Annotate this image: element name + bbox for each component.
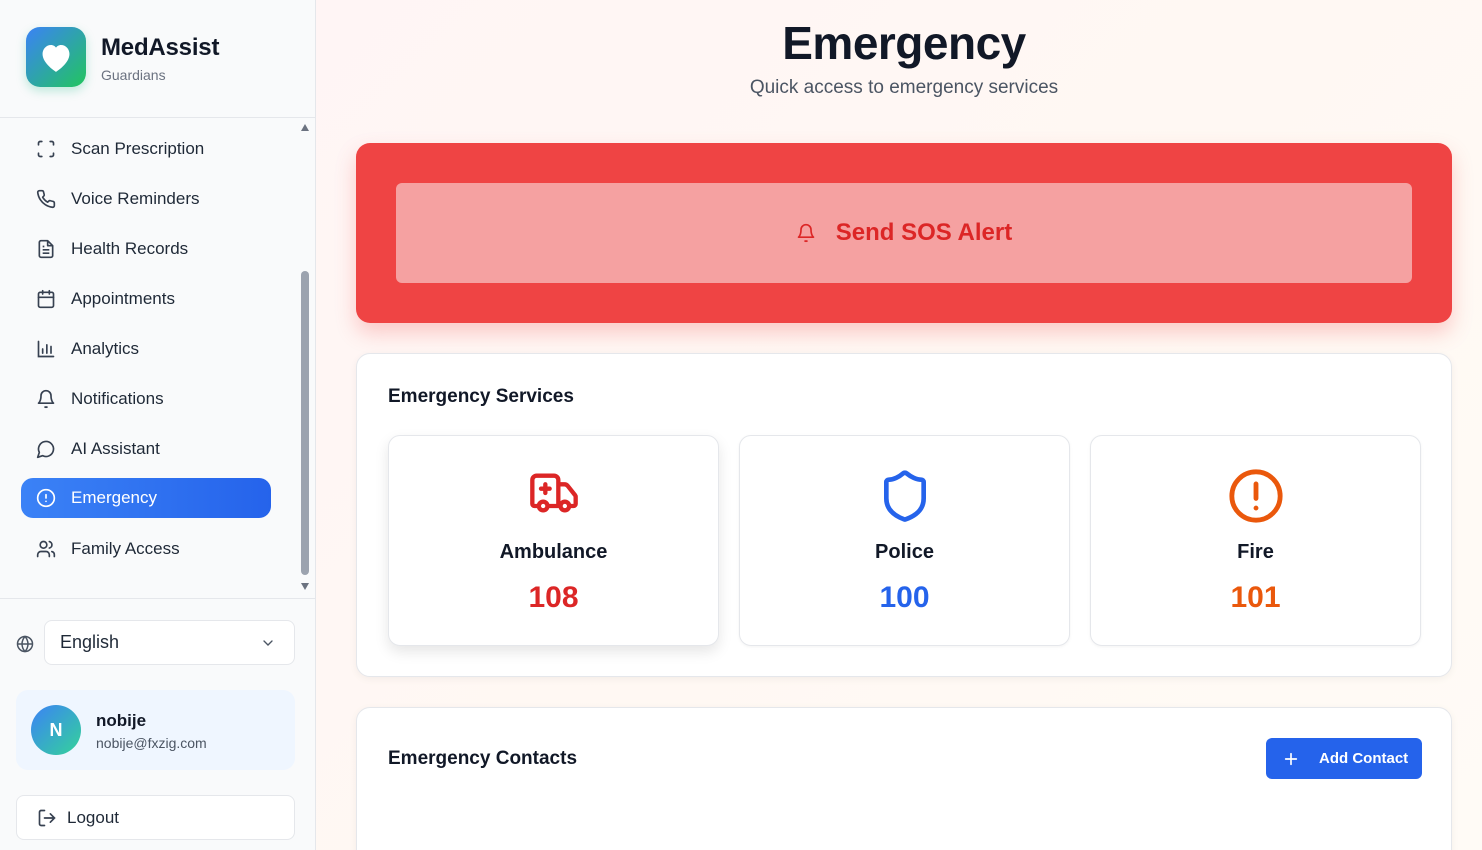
users-icon: [36, 539, 56, 559]
add-contact-button[interactable]: Add Contact: [1266, 738, 1422, 779]
chevron-down-icon: [260, 635, 276, 656]
scroll-up-arrow-icon[interactable]: [301, 124, 309, 131]
avatar: N: [31, 705, 81, 755]
add-contact-label: Add Contact: [1319, 750, 1409, 767]
service-name: Fire: [1237, 541, 1274, 563]
user-name: nobije: [96, 711, 147, 730]
logout-icon: [37, 808, 57, 828]
emergency-contacts-card: Emergency Contacts Add Contact: [356, 707, 1452, 850]
phone-icon: [36, 189, 56, 209]
sos-panel: Send SOS Alert: [356, 143, 1452, 323]
logout-label: Logout: [67, 807, 119, 827]
alert-circle-icon: [1091, 467, 1420, 525]
bell-icon: [36, 389, 56, 409]
sidebar: MedAssist Guardians Scan Prescription Vo…: [0, 0, 316, 850]
scroll-thumb[interactable]: [301, 271, 309, 575]
service-name: Ambulance: [499, 541, 608, 563]
sidebar-item-label: Family Access: [71, 539, 180, 558]
send-sos-alert-label: Send SOS Alert: [835, 219, 1013, 246]
bell-icon: [796, 223, 816, 243]
service-card-ambulance[interactable]: Ambulance 108: [388, 435, 719, 646]
sidebar-item-label: Notifications: [71, 389, 164, 408]
language-select[interactable]: English: [44, 620, 295, 665]
logout-button[interactable]: Logout: [16, 795, 295, 840]
sidebar-item-health-records[interactable]: Health Records: [21, 229, 271, 269]
sidebar-nav: Scan Prescription Voice Reminders Health…: [0, 124, 298, 594]
sidebar-item-voice-reminders[interactable]: Voice Reminders: [21, 179, 271, 219]
globe-icon: [16, 635, 34, 653]
sidebar-footer: English N nobije nobije@fxzig.com Logout: [0, 598, 315, 850]
send-sos-alert-button[interactable]: Send SOS Alert: [396, 183, 1412, 283]
sidebar-item-label: Emergency: [71, 488, 157, 507]
sidebar-item-label: Scan Prescription: [71, 139, 205, 158]
sidebar-item-label: Voice Reminders: [71, 189, 200, 208]
scan-icon: [36, 139, 56, 159]
heart-logo-icon: [26, 27, 86, 87]
sidebar-item-label: AI Assistant: [71, 439, 160, 458]
emergency-contacts-title: Emergency Contacts: [388, 748, 578, 769]
emergency-services-title: Emergency Services: [388, 386, 574, 407]
page-title: Emergency: [782, 17, 1026, 69]
service-number: 100: [879, 581, 930, 614]
bar-chart-icon: [36, 339, 56, 359]
service-number: 101: [1230, 581, 1281, 614]
scroll-down-arrow-icon[interactable]: [301, 583, 309, 590]
chat-icon: [36, 439, 56, 459]
sidebar-item-ai-assistant[interactable]: AI Assistant: [21, 429, 271, 469]
page-subtitle: Quick access to emergency services: [749, 77, 1059, 98]
calendar-icon: [36, 289, 56, 309]
user-email: nobije@fxzig.com: [96, 735, 207, 751]
service-card-police[interactable]: Police 100: [739, 435, 1070, 646]
shield-icon: [740, 467, 1069, 525]
sidebar-item-family-access[interactable]: Family Access: [21, 529, 271, 569]
brand-header: MedAssist Guardians: [0, 0, 315, 118]
service-name: Police: [875, 541, 934, 563]
sidebar-item-notifications[interactable]: Notifications: [21, 379, 271, 419]
file-icon: [36, 239, 56, 259]
emergency-services-card: Emergency Services Ambulance 108 Police …: [356, 353, 1452, 677]
sidebar-item-appointments[interactable]: Appointments: [21, 279, 271, 319]
sidebar-item-scan-prescription[interactable]: Scan Prescription: [21, 129, 271, 169]
alert-circle-icon: [36, 488, 56, 508]
main-content: Emergency Quick access to emergency serv…: [316, 0, 1482, 850]
sidebar-item-analytics[interactable]: Analytics: [21, 329, 271, 369]
sidebar-scrollbar[interactable]: [298, 120, 312, 596]
sidebar-item-label: Appointments: [71, 289, 175, 308]
language-selected-value: English: [60, 632, 120, 652]
brand-name: MedAssist: [101, 34, 220, 61]
user-profile-card[interactable]: N nobije nobije@fxzig.com: [16, 690, 295, 770]
sidebar-item-label: Analytics: [71, 339, 140, 358]
sidebar-item-emergency[interactable]: Emergency: [21, 478, 271, 518]
service-number: 108: [528, 581, 579, 614]
plus-icon: [1283, 751, 1299, 767]
service-card-fire[interactable]: Fire 101: [1090, 435, 1421, 646]
ambulance-icon: [389, 467, 718, 525]
brand-subtitle: Guardians: [101, 67, 166, 83]
sidebar-item-label: Health Records: [71, 239, 189, 258]
